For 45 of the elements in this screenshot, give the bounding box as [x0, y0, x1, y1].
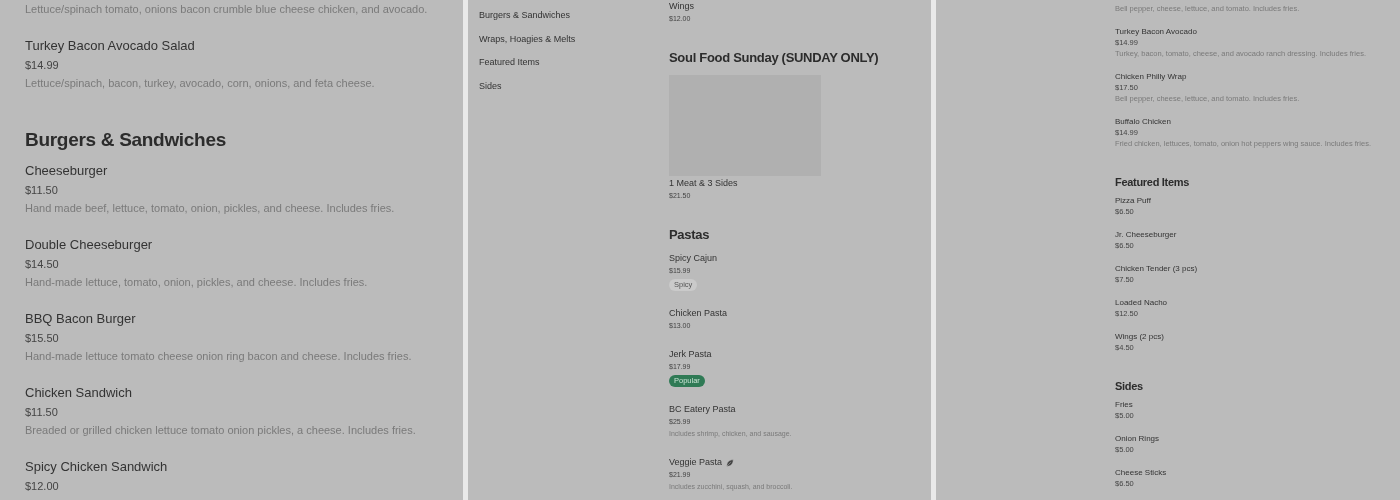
- item-name[interactable]: Spicy Chicken Sandwich: [25, 457, 168, 477]
- item-price: $15.50: [25, 331, 60, 346]
- section-heading: Featured Items: [1115, 175, 1191, 190]
- item-description: Breaded or grilled chicken lettuce tomato onion pickles, a cheese. Includes fries.: [25, 423, 417, 438]
- section-heading: Burgers & Sandwiches: [25, 128, 227, 152]
- item-description: Hand made beef, lettuce, tomato, onion, pickles, and cheese. Includes fries.: [25, 201, 396, 216]
- item-price: $12.00: [25, 479, 60, 494]
- category-link[interactable]: Sides: [479, 79, 669, 93]
- item-name[interactable]: Buffalo Chicken: [1115, 116, 1171, 127]
- item-name[interactable]: Cheese Sticks: [1115, 467, 1167, 478]
- category-link[interactable]: Burgers & Sandwiches: [479, 9, 669, 22]
- item-name[interactable]: Loaded Nacho: [1115, 297, 1168, 308]
- item-name[interactable]: Double Cheeseburger: [25, 235, 153, 255]
- section-heading: Soul Food Sunday (SUNDAY ONLY): [669, 49, 879, 67]
- item-price: $14.50: [25, 257, 60, 272]
- item-name[interactable]: BBQ Bacon Burger: [25, 309, 136, 329]
- category-link[interactable]: Wraps, Hoagies & Melts: [479, 32, 669, 46]
- section-heading: Pastas: [669, 226, 711, 244]
- item-name[interactable]: Spicy Cajun: [669, 252, 718, 265]
- item-name[interactable]: Jr. Cheeseburger: [1115, 229, 1177, 240]
- item-description: Hand-made lettuce tomato cheese onion ring bacon and cheese. Includes fries.: [25, 349, 413, 364]
- section-heading: Sides: [1115, 379, 1144, 394]
- item-name[interactable]: Pizza Puff: [1115, 195, 1151, 206]
- item-name[interactable]: Chicken Sandwich: [25, 383, 132, 403]
- item-name[interactable]: Chicken Tender (3 pcs): [1115, 263, 1198, 274]
- item-description: Lettuce/spinach tomato, onions bacon crumble blue cheese chicken, and avocado.: [25, 2, 428, 17]
- item-name[interactable]: Chicken Pasta: [669, 307, 728, 320]
- item-name[interactable]: Jerk Pasta: [669, 348, 712, 361]
- item-description: Hand-made lettuce, tomato, onion, pickles, and cheese. Includes fries.: [25, 275, 369, 290]
- item-price: $14.99: [25, 58, 60, 73]
- item-name[interactable]: Cheeseburger: [25, 161, 108, 181]
- item-name[interactable]: Fries: [1115, 399, 1133, 410]
- item-name[interactable]: Turkey Bacon Avocado Salad: [25, 36, 195, 56]
- item-name[interactable]: Wings (2 pcs): [1115, 331, 1164, 342]
- item-description: Lettuce/spinach, bacon, turkey, avocado, corn, onions, and feta cheese.: [25, 76, 376, 91]
- item-name[interactable]: Turkey Bacon Avocado: [1115, 26, 1197, 37]
- category-link[interactable]: Featured Items: [479, 56, 669, 69]
- item-name[interactable]: Wings: [669, 0, 694, 13]
- item-price: $11.50: [25, 183, 59, 198]
- item-name[interactable]: Onion Rings: [1115, 433, 1160, 444]
- item-name[interactable]: Veggie Pasta: [669, 456, 723, 469]
- item-name[interactable]: Chicken Philly Wrap: [1115, 71, 1187, 82]
- item-price: $11.50: [25, 405, 59, 420]
- item-name[interactable]: 1 Meat & 3 Sides: [669, 177, 738, 190]
- item-name[interactable]: BC Eatery Pasta: [669, 403, 736, 416]
